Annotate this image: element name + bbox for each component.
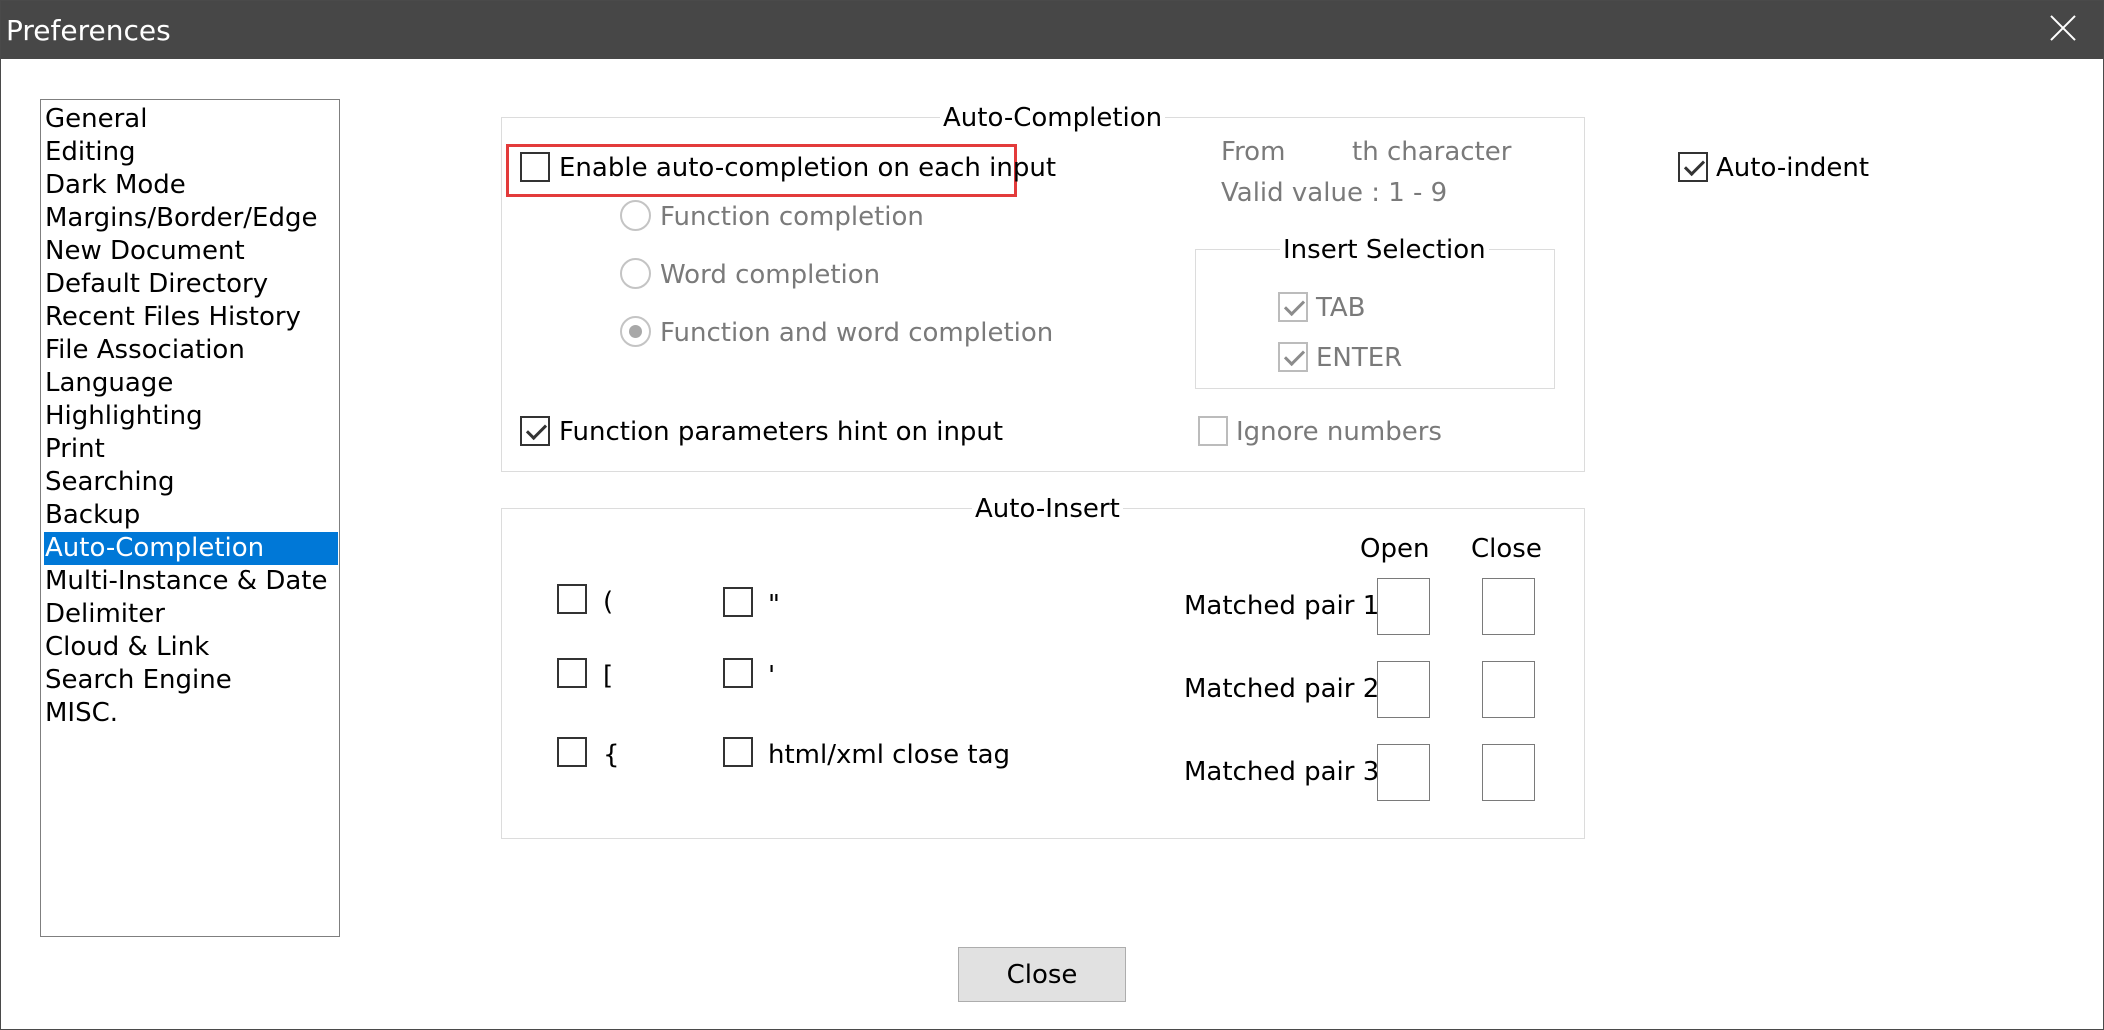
sidebar-item-print[interactable]: Print <box>44 433 338 466</box>
function-params-hint-checkbox[interactable] <box>520 416 550 446</box>
bracket-label: [ <box>603 661 614 691</box>
sidebar-item-highlighting[interactable]: Highlighting <box>44 400 338 433</box>
open-header: Open <box>1360 534 1430 564</box>
ignore-numbers-checkbox[interactable] <box>1198 416 1228 446</box>
sidebar-item-dark-mode[interactable]: Dark Mode <box>44 169 338 202</box>
matched-pair-3-close-input[interactable] <box>1482 744 1535 801</box>
th-character-label: th character <box>1352 137 1512 167</box>
sidebar-item-searching[interactable]: Searching <box>44 466 338 499</box>
matched-pair-2-label: Matched pair 2: <box>1184 674 1389 704</box>
valid-value-label: Valid value : 1 - 9 <box>1221 178 1448 208</box>
auto-insert-title: Auto-Insert <box>972 496 1123 522</box>
enter-checkbox[interactable] <box>1278 342 1308 372</box>
matched-pair-2-open-input[interactable] <box>1377 661 1430 718</box>
sidebar-item-general[interactable]: General <box>44 103 338 136</box>
sidebar-item-new-document[interactable]: New Document <box>44 235 338 268</box>
matched-pair-1-label: Matched pair 1: <box>1184 591 1389 621</box>
sidebar-item-margins[interactable]: Margins/Border/Edge <box>44 202 338 235</box>
single-quote-label: ' <box>768 661 776 691</box>
enable-auto-completion-label: Enable auto-completion on each input <box>559 153 1057 183</box>
double-quote-label: " <box>768 590 780 620</box>
paren-checkbox[interactable] <box>557 584 587 614</box>
sidebar-item-backup[interactable]: Backup <box>44 499 338 532</box>
from-label: From <box>1221 137 1286 167</box>
sidebar-item-search-engine[interactable]: Search Engine <box>44 664 338 697</box>
matched-pair-2-close-input[interactable] <box>1482 661 1535 718</box>
brace-label: { <box>603 740 620 770</box>
sidebar-item-delimiter[interactable]: Delimiter <box>44 598 338 631</box>
matched-pair-1-open-input[interactable] <box>1377 578 1430 635</box>
sidebar-item-file-association[interactable]: File Association <box>44 334 338 367</box>
function-params-hint-label: Function parameters hint on input <box>559 417 1004 447</box>
word-completion-radio[interactable] <box>620 258 651 289</box>
html-close-tag-checkbox[interactable] <box>723 737 753 767</box>
auto-indent-checkbox[interactable] <box>1678 152 1708 182</box>
tab-checkbox[interactable] <box>1278 292 1308 322</box>
function-completion-radio[interactable] <box>620 200 651 231</box>
brace-checkbox[interactable] <box>557 737 587 767</box>
function-and-word-completion-label: Function and word completion <box>660 318 1054 348</box>
auto-indent-label: Auto-indent <box>1716 153 1870 183</box>
tab-label: TAB <box>1316 293 1366 323</box>
html-close-tag-label: html/xml close tag <box>768 740 1011 770</box>
sidebar-item-editing[interactable]: Editing <box>44 136 338 169</box>
insert-selection-title: Insert Selection <box>1280 237 1489 263</box>
sidebar-item-cloud-link[interactable]: Cloud & Link <box>44 631 338 664</box>
enable-auto-completion-checkbox[interactable] <box>520 152 550 182</box>
matched-pair-1-close-input[interactable] <box>1482 578 1535 635</box>
ignore-numbers-label: Ignore numbers <box>1236 417 1442 447</box>
enter-label: ENTER <box>1316 343 1403 373</box>
sidebar-item-language[interactable]: Language <box>44 367 338 400</box>
word-completion-label: Word completion <box>660 260 881 290</box>
single-quote-checkbox[interactable] <box>723 658 753 688</box>
sidebar-item-default-directory[interactable]: Default Directory <box>44 268 338 301</box>
sidebar-item-multi-instance[interactable]: Multi-Instance & Date <box>44 565 338 598</box>
function-and-word-completion-radio[interactable] <box>620 316 651 347</box>
category-list[interactable]: General Editing Dark Mode Margins/Border… <box>40 99 340 937</box>
close-button[interactable]: Close <box>958 947 1126 1002</box>
paren-label: ( <box>603 587 614 617</box>
matched-pair-3-label: Matched pair 3: <box>1184 757 1389 787</box>
function-completion-label: Function completion <box>660 202 924 232</box>
sidebar-item-misc[interactable]: MISC. <box>44 697 338 730</box>
double-quote-checkbox[interactable] <box>723 587 753 617</box>
auto-completion-title: Auto-Completion <box>940 105 1166 131</box>
bracket-checkbox[interactable] <box>557 658 587 688</box>
sidebar-item-recent-files[interactable]: Recent Files History <box>44 301 338 334</box>
matched-pair-3-open-input[interactable] <box>1377 744 1430 801</box>
sidebar-item-auto-completion[interactable]: Auto-Completion <box>44 532 338 565</box>
close-header: Close <box>1471 534 1542 564</box>
